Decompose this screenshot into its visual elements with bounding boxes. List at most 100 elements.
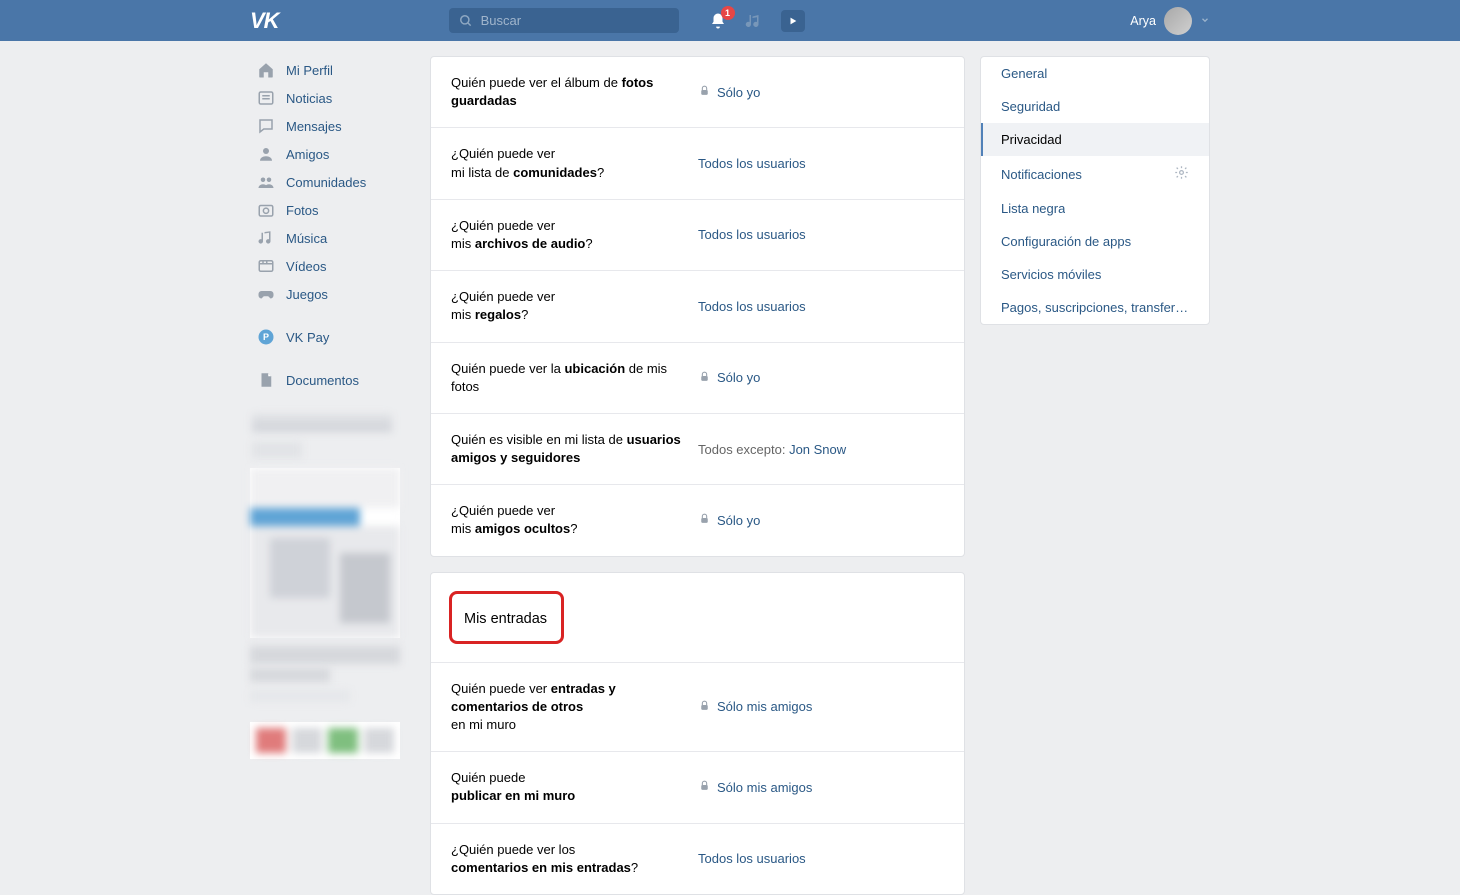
lock-icon <box>698 512 711 528</box>
settings-tab-label: Configuración de apps <box>1001 234 1131 249</box>
settings-tab-servicios-m-viles[interactable]: Servicios móviles <box>981 258 1209 291</box>
settings-tab-pagos-suscripciones-transferencias[interactable]: Pagos, suscripciones, transferencias <box>981 291 1209 324</box>
music-header-icon[interactable] <box>745 12 763 30</box>
game-icon <box>256 285 276 303</box>
privacy-label: ¿Quién puede vermis regalos? <box>451 288 688 324</box>
video-icon <box>256 257 276 275</box>
avatar <box>1164 7 1192 35</box>
left-sidebar: Mi Perfil Noticias Mensajes Amigos Comunidad… <box>250 56 415 759</box>
lock-icon <box>698 779 711 795</box>
chevron-down-icon <box>1200 13 1210 28</box>
privacy-row: Quién puedepublicar en mi muroSólo mis a… <box>431 752 964 823</box>
blurred-content <box>250 722 400 759</box>
notifications-button[interactable]: 1 <box>709 12 727 30</box>
news-icon <box>256 89 276 107</box>
search-icon <box>459 14 473 28</box>
privacy-label: Quién puede ver el álbum de fotos guarda… <box>451 74 688 110</box>
nav-documentos[interactable]: Documentos <box>250 366 415 394</box>
nav-label: Vídeos <box>286 259 326 274</box>
search-box[interactable] <box>449 8 679 33</box>
nav-mi-perfil[interactable]: Mi Perfil <box>250 56 415 84</box>
lock-icon <box>698 699 711 715</box>
nav-label: Juegos <box>286 287 328 302</box>
video-play-button[interactable] <box>781 10 805 32</box>
privacy-row: ¿Quién puede ver loscomentarios en mis e… <box>431 824 964 894</box>
nav-comunidades[interactable]: Comunidades <box>250 168 415 196</box>
privacy-row: Quién puede ver entradas y comentarios d… <box>431 663 964 753</box>
privacy-row: ¿Quién puede vermi lista de comunidades?… <box>431 128 964 199</box>
nav-vídeos[interactable]: Vídeos <box>250 252 415 280</box>
privacy-row: Quién es visible en mi lista de usuarios… <box>431 414 964 485</box>
user-name: Arya <box>1130 14 1156 28</box>
message-icon <box>256 117 276 135</box>
privacy-value[interactable]: Sólo yo <box>698 512 944 528</box>
privacy-value[interactable]: Sólo mis amigos <box>698 699 944 715</box>
vk-logo[interactable]: VK <box>250 8 279 34</box>
privacy-value[interactable]: Todos los usuarios <box>698 227 944 242</box>
settings-tab-notificaciones[interactable]: Notificaciones <box>981 156 1209 192</box>
privacy-value[interactable]: Todos excepto: Jon Snow <box>698 442 944 457</box>
user-menu[interactable]: Arya <box>1130 7 1210 35</box>
privacy-label: ¿Quién puede vermis archivos de audio? <box>451 217 688 253</box>
community-icon <box>256 173 276 191</box>
privacy-panel-2: Mis entradas Quién puede ver entradas y … <box>430 572 965 895</box>
nav-label: Mi Perfil <box>286 63 333 78</box>
privacy-row: Quién puede ver la ubicación de mis foto… <box>431 343 964 414</box>
blurred-content <box>250 646 400 664</box>
nav-noticias[interactable]: Noticias <box>250 84 415 112</box>
settings-sidebar: General Seguridad Privacidad Notificaciones… <box>980 56 1210 325</box>
home-icon <box>256 61 276 79</box>
nav-label: Documentos <box>286 373 359 388</box>
notification-badge: 1 <box>721 6 735 20</box>
privacy-panel-1: Quién puede ver el álbum de fotos guarda… <box>430 56 965 557</box>
privacy-value[interactable]: Sólo yo <box>698 84 944 100</box>
settings-tab-seguridad[interactable]: Seguridad <box>981 90 1209 123</box>
top-header: VK 1 Arya <box>0 0 1460 41</box>
lock-icon <box>698 370 711 386</box>
nav-label: VK Pay <box>286 330 329 345</box>
privacy-value[interactable]: Sólo mis amigos <box>698 779 944 795</box>
nav-label: Amigos <box>286 147 329 162</box>
nav-amigos[interactable]: Amigos <box>250 140 415 168</box>
blurred-content <box>250 668 330 682</box>
settings-tab-label: General <box>1001 66 1047 81</box>
settings-tab-label: Notificaciones <box>1001 167 1082 182</box>
privacy-value[interactable]: Todos los usuarios <box>698 156 944 171</box>
settings-tab-label: Lista negra <box>1001 201 1065 216</box>
friend-icon <box>256 145 276 163</box>
privacy-label: Quién puede ver entradas y comentarios d… <box>451 680 688 735</box>
privacy-row: Quién puede ver el álbum de fotos guarda… <box>431 57 964 128</box>
privacy-value[interactable]: Sólo yo <box>698 370 944 386</box>
nav-mensajes[interactable]: Mensajes <box>250 112 415 140</box>
blurred-content <box>250 468 400 638</box>
nav-label: Música <box>286 231 327 246</box>
nav-label: Fotos <box>286 203 319 218</box>
settings-tab-label: Seguridad <box>1001 99 1060 114</box>
search-input[interactable] <box>481 13 669 28</box>
privacy-label: Quién es visible en mi lista de usuarios… <box>451 431 688 467</box>
nav-vk-pay[interactable]: VK Pay <box>250 323 415 351</box>
privacy-label: ¿Quién puede vermi lista de comunidades? <box>451 145 688 181</box>
nav-fotos[interactable]: Fotos <box>250 196 415 224</box>
settings-tab-lista-negra[interactable]: Lista negra <box>981 192 1209 225</box>
gear-icon[interactable] <box>1174 165 1189 183</box>
settings-tab-privacidad[interactable]: Privacidad <box>981 123 1209 156</box>
settings-tab-configuraci-n-de-apps[interactable]: Configuración de apps <box>981 225 1209 258</box>
main-content: Quién puede ver el álbum de fotos guarda… <box>430 56 965 895</box>
blurred-content <box>252 414 392 432</box>
settings-tab-label: Servicios móviles <box>1001 267 1101 282</box>
doc-icon <box>256 371 276 389</box>
privacy-row: ¿Quién puede vermis regalos? Todos los us… <box>431 271 964 342</box>
privacy-label: ¿Quién puede vermis amigos ocultos? <box>451 502 688 538</box>
nav-juegos[interactable]: Juegos <box>250 280 415 308</box>
nav-música[interactable]: Música <box>250 224 415 252</box>
pay-icon <box>256 328 276 346</box>
nav-label: Noticias <box>286 91 332 106</box>
privacy-value[interactable]: Todos los usuarios <box>698 299 944 314</box>
nav-label: Comunidades <box>286 175 366 190</box>
privacy-value[interactable]: Todos los usuarios <box>698 851 944 866</box>
settings-tab-general[interactable]: General <box>981 57 1209 90</box>
blurred-content <box>250 690 350 702</box>
privacy-row: ¿Quién puede vermis archivos de audio? To… <box>431 200 964 271</box>
photo-icon <box>256 201 276 219</box>
